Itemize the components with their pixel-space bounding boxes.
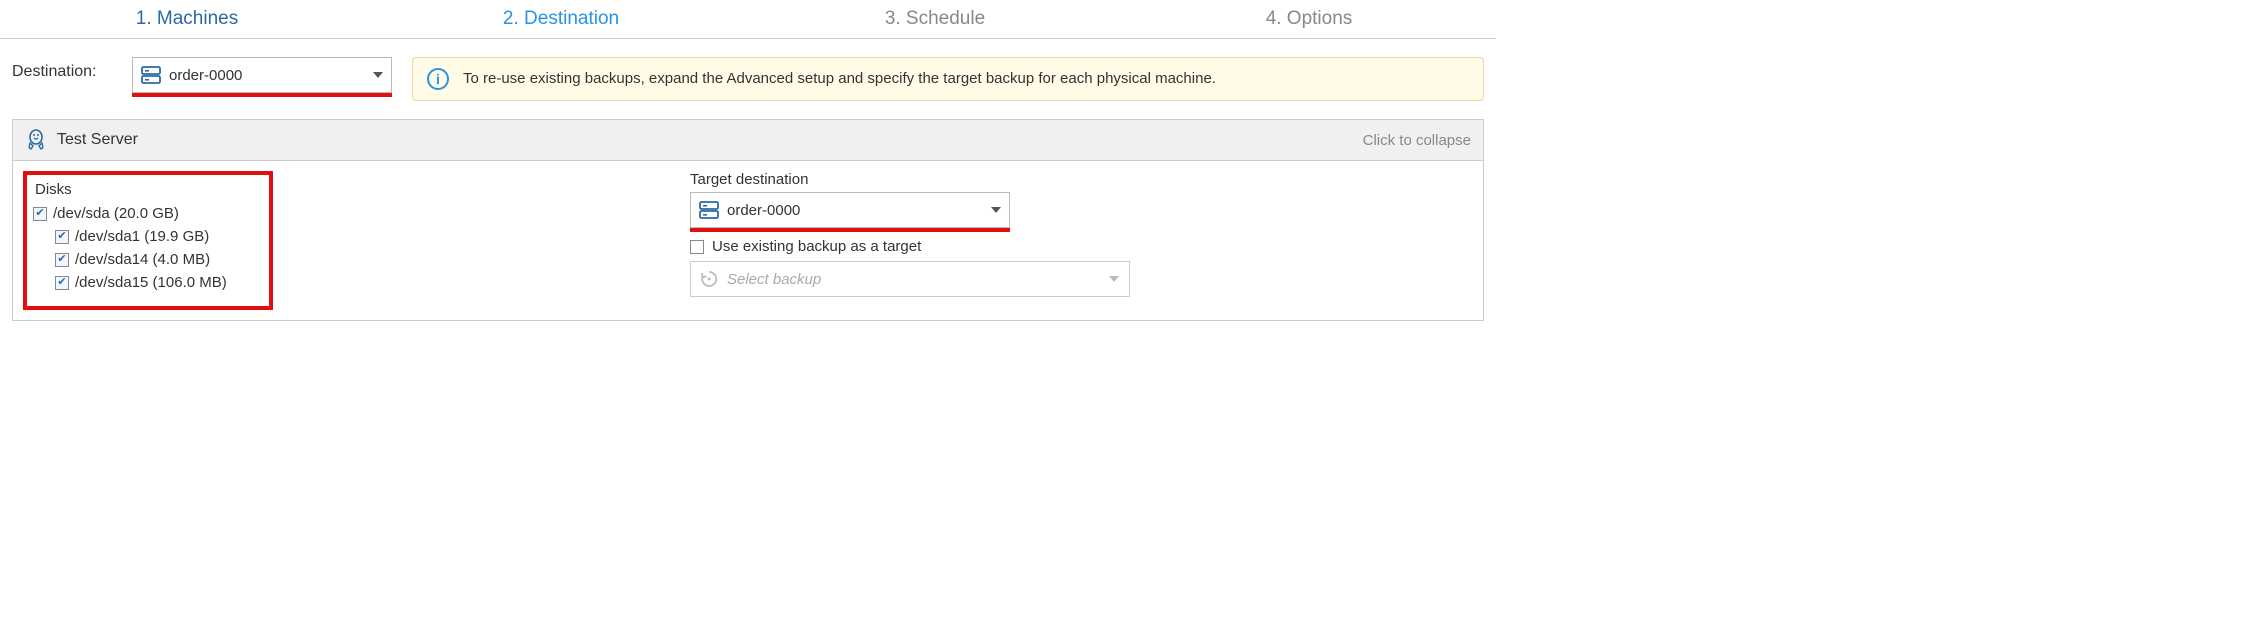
step-schedule[interactable]: 3. Schedule bbox=[748, 8, 1122, 30]
disks-highlight-box: Disks ✔ /dev/sda (20.0 GB) ✔ /dev/sda1 (… bbox=[23, 171, 273, 310]
use-existing-checkbox[interactable] bbox=[690, 240, 704, 254]
info-icon: i bbox=[427, 68, 449, 90]
collapse-label[interactable]: Click to collapse bbox=[1363, 132, 1471, 149]
checkbox-checked-icon[interactable]: ✔ bbox=[55, 276, 69, 290]
target-destination-label: Target destination bbox=[690, 171, 1473, 188]
disk-sda14-label: /dev/sda14 (4.0 MB) bbox=[75, 251, 210, 268]
checkbox-checked-icon[interactable]: ✔ bbox=[33, 207, 47, 221]
disk-sda15-row[interactable]: ✔ /dev/sda15 (106.0 MB) bbox=[33, 271, 259, 294]
disk-sda1-row[interactable]: ✔ /dev/sda1 (19.9 GB) bbox=[33, 225, 259, 248]
info-banner: i To re-use existing backups, expand the… bbox=[412, 57, 1484, 101]
chevron-down-icon bbox=[373, 72, 383, 78]
highlight-underline bbox=[132, 93, 392, 97]
disk-sda15-label: /dev/sda15 (106.0 MB) bbox=[75, 274, 227, 291]
target-destination-select[interactable]: order-0000 bbox=[690, 192, 1010, 228]
server-panel-header[interactable]: Test Server Click to collapse bbox=[13, 120, 1483, 161]
server-name: Test Server bbox=[57, 131, 138, 149]
disk-sda14-row[interactable]: ✔ /dev/sda14 (4.0 MB) bbox=[33, 248, 259, 271]
use-existing-label: Use existing backup as a target bbox=[712, 238, 921, 255]
select-backup-dropdown[interactable]: Select backup bbox=[690, 261, 1130, 297]
server-panel: Test Server Click to collapse Disks ✔ /d… bbox=[12, 119, 1484, 321]
select-backup-placeholder: Select backup bbox=[727, 271, 821, 288]
target-destination-value: order-0000 bbox=[727, 202, 800, 219]
step-machines[interactable]: 1. Machines bbox=[0, 8, 374, 30]
destination-label: Destination: bbox=[12, 57, 112, 81]
server-icon bbox=[141, 66, 161, 84]
checkbox-checked-icon[interactable]: ✔ bbox=[55, 253, 69, 267]
chevron-down-icon bbox=[1109, 276, 1119, 282]
restore-icon bbox=[699, 269, 719, 289]
disk-sda1-label: /dev/sda1 (19.9 GB) bbox=[75, 228, 209, 245]
info-text: To re-use existing backups, expand the A… bbox=[463, 69, 1216, 89]
destination-value: order-0000 bbox=[169, 67, 242, 84]
chevron-down-icon bbox=[991, 207, 1001, 213]
server-icon bbox=[699, 201, 719, 219]
destination-select[interactable]: order-0000 bbox=[132, 57, 392, 93]
linux-icon bbox=[25, 128, 47, 152]
highlight-underline bbox=[690, 228, 1010, 232]
checkbox-checked-icon[interactable]: ✔ bbox=[55, 230, 69, 244]
disk-sda-label: /dev/sda (20.0 GB) bbox=[53, 205, 179, 222]
disks-title: Disks bbox=[35, 181, 259, 198]
wizard-steps: 1. Machines 2. Destination 3. Schedule 4… bbox=[0, 0, 1496, 39]
step-destination[interactable]: 2. Destination bbox=[374, 8, 748, 30]
disk-sda-row[interactable]: ✔ /dev/sda (20.0 GB) bbox=[33, 202, 259, 225]
step-options[interactable]: 4. Options bbox=[1122, 8, 1496, 30]
